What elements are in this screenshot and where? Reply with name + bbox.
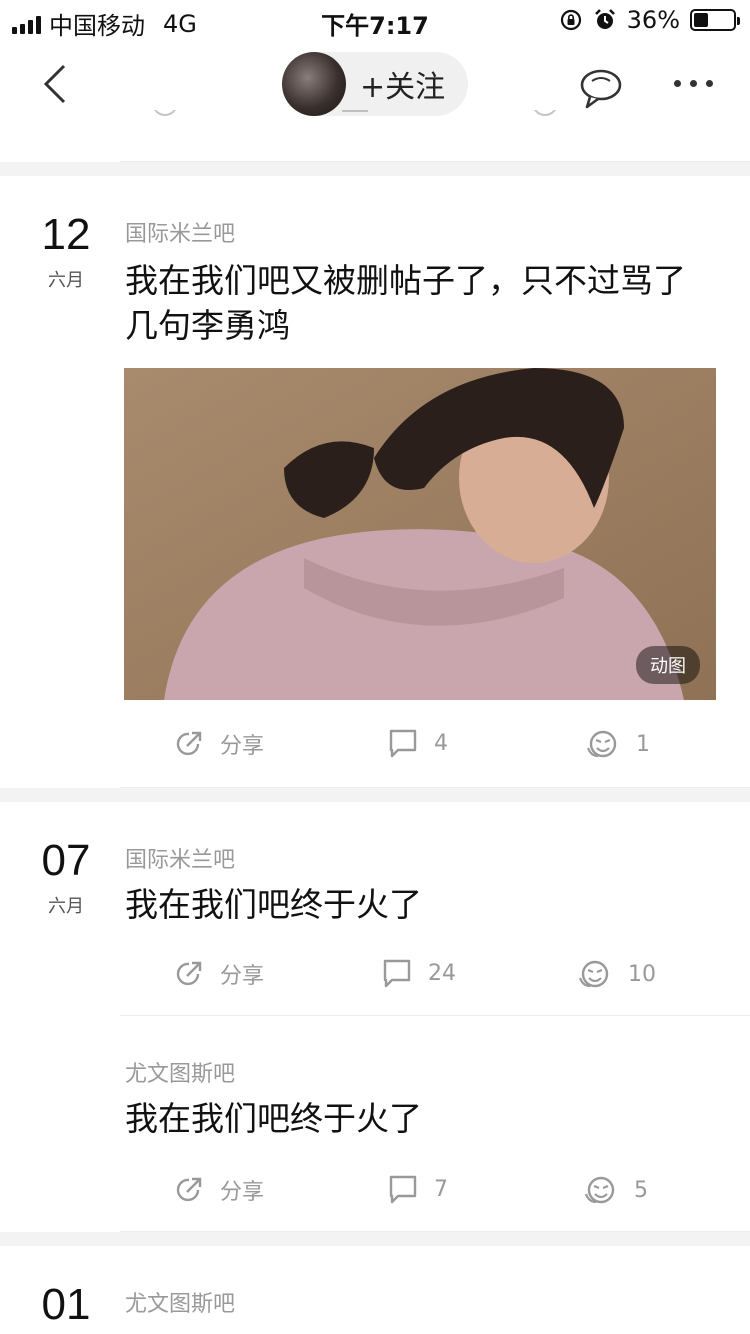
like-count: 10 bbox=[628, 961, 656, 987]
like-face-icon bbox=[586, 730, 617, 758]
comment-icon bbox=[389, 729, 417, 758]
forum-name[interactable]: 国际米兰吧 bbox=[125, 216, 235, 248]
like-icon bbox=[534, 110, 556, 116]
alarm-icon bbox=[594, 9, 615, 29]
comment-count: 4 bbox=[434, 730, 448, 756]
comment-count: 7 bbox=[434, 1176, 448, 1202]
post-date-day: 12 bbox=[41, 210, 91, 259]
like-button[interactable]: 5 bbox=[584, 1174, 648, 1206]
post-image[interactable]: 动图 bbox=[124, 368, 716, 700]
status-bar: 中国移动 4G 下午7:17 36% bbox=[0, 0, 750, 40]
share-button[interactable]: 分享 bbox=[174, 728, 264, 760]
follow-button[interactable]: +关注 bbox=[282, 52, 468, 116]
comment-icon bbox=[342, 110, 368, 112]
previous-post-actions bbox=[0, 110, 750, 162]
share-button[interactable]: 分享 bbox=[174, 958, 264, 990]
share-label: 分享 bbox=[220, 964, 265, 989]
like-face-icon bbox=[584, 1176, 615, 1204]
post-date-month: 六月 bbox=[48, 270, 84, 291]
forum-name[interactable]: 国际米兰吧 bbox=[125, 842, 235, 874]
status-right: 36% bbox=[559, 6, 740, 34]
share-button[interactable]: 分享 bbox=[174, 1174, 264, 1206]
post-date-day: 01 bbox=[41, 1280, 91, 1329]
forum-name[interactable]: 尤文图斯吧 bbox=[125, 1286, 235, 1318]
share-label: 分享 bbox=[220, 734, 265, 759]
share-icon bbox=[176, 731, 202, 756]
post-title[interactable]: 我在我们吧终于火了 bbox=[125, 882, 710, 927]
gif-badge: 动图 bbox=[636, 646, 700, 684]
photo-girl-sweater bbox=[124, 368, 716, 700]
follow-label: +关注 bbox=[360, 70, 446, 105]
battery-percent: 36% bbox=[626, 6, 680, 34]
post-date-day: 07 bbox=[41, 836, 91, 885]
comment-count: 24 bbox=[428, 960, 456, 986]
like-button[interactable]: 1 bbox=[586, 728, 650, 760]
share-label: 分享 bbox=[220, 1180, 265, 1205]
comment-icon bbox=[383, 959, 411, 988]
comment-button[interactable]: 24 bbox=[382, 958, 456, 988]
comment-button[interactable]: 7 bbox=[388, 1174, 448, 1204]
share-icon bbox=[154, 110, 176, 116]
comment-icon bbox=[389, 1175, 417, 1204]
like-count: 1 bbox=[636, 731, 650, 757]
like-count: 5 bbox=[634, 1177, 648, 1203]
more-icon[interactable] bbox=[674, 80, 713, 87]
like-button[interactable]: 10 bbox=[578, 958, 656, 990]
comment-button[interactable]: 4 bbox=[388, 728, 448, 758]
post-card[interactable]: 尤文图斯吧 我在我们吧终于火了 分享 7 5 bbox=[0, 1016, 750, 1232]
post-title[interactable]: 我在我们吧终于火了 bbox=[125, 1096, 710, 1141]
avatar[interactable] bbox=[282, 52, 346, 116]
section-gap bbox=[0, 1232, 750, 1246]
chat-bubble-icon[interactable] bbox=[578, 64, 624, 110]
share-icon bbox=[176, 1177, 202, 1202]
battery-icon bbox=[690, 9, 740, 31]
share-icon bbox=[176, 961, 202, 986]
post-title[interactable]: 我在我们吧又被删帖子了，只不过骂了几句李勇鸿 bbox=[125, 258, 710, 348]
post-card[interactable]: 07 六月 国际米兰吧 我在我们吧终于火了 分享 24 10 bbox=[0, 802, 750, 1014]
section-gap bbox=[0, 788, 750, 802]
orientation-lock-icon bbox=[560, 9, 581, 31]
post-date-month: 六月 bbox=[48, 896, 84, 917]
like-face-icon bbox=[578, 960, 609, 988]
post-card[interactable]: 12 六月 国际米兰吧 我在我们吧又被删帖子了，只不过骂了几句李勇鸿 动图 分享… bbox=[0, 176, 750, 788]
post-card[interactable]: 01 尤文图斯吧 bbox=[0, 1246, 750, 1334]
forum-name[interactable]: 尤文图斯吧 bbox=[125, 1056, 235, 1088]
section-gap bbox=[0, 162, 750, 176]
back-arrow-icon[interactable] bbox=[38, 62, 78, 106]
